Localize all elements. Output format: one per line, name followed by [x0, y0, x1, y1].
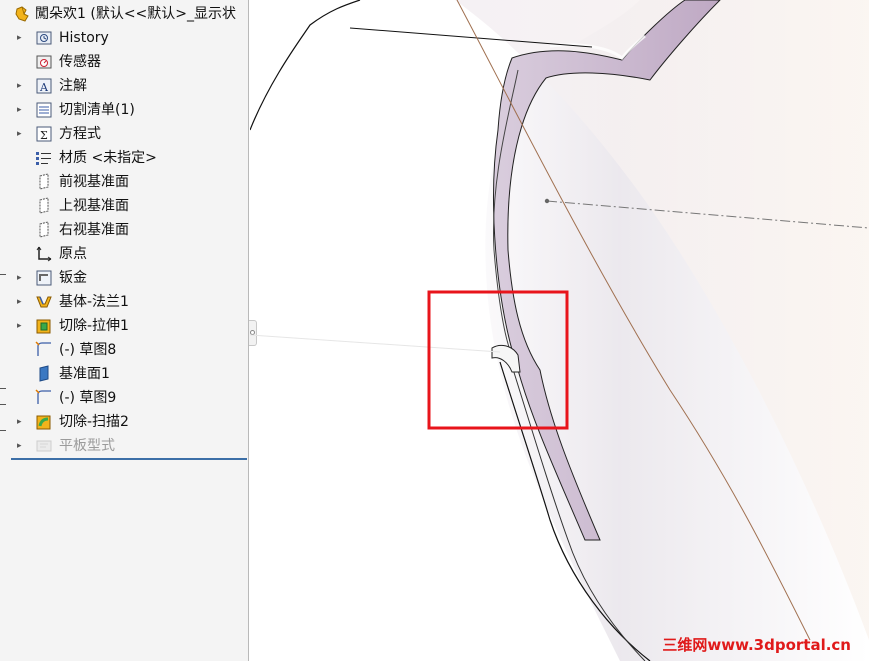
expand-arrow-icon[interactable]: ▸ — [17, 321, 25, 331]
tree-item-label: 传感器 — [59, 54, 101, 70]
tree-item-origin[interactable]: 原点 — [0, 243, 248, 265]
tree-item-label: 钣金 — [59, 270, 87, 286]
expand-arrow-icon[interactable]: ▸ — [17, 33, 25, 43]
tree-item-cut-sweep[interactable]: ▸ 切除-扫描2 — [0, 411, 248, 433]
tree-item-sketch[interactable]: (-) 草图9 — [0, 387, 248, 409]
tree-item-label: 前视基准面 — [59, 174, 129, 190]
tree-item-label: History — [59, 30, 109, 46]
tree-item-label: (-) 草图9 — [59, 390, 117, 406]
expand-arrow-icon[interactable]: ▸ — [17, 129, 25, 139]
edge-marker — [0, 404, 6, 405]
plane-filled-icon — [35, 365, 53, 383]
flat-pattern-icon — [35, 437, 53, 455]
tree-item-label: 原点 — [59, 246, 87, 262]
sheet-metal-icon — [35, 269, 53, 287]
tree-item-label: 平板型式 — [59, 438, 115, 454]
tree-item-cut-list[interactable]: ▸ 切割清单(1) — [0, 99, 248, 121]
tree-item-label: 基体-法兰1 — [59, 294, 129, 310]
tree-item-plane[interactable]: 右视基准面 — [0, 219, 248, 241]
origin-icon — [35, 245, 53, 263]
edge-marker — [0, 274, 6, 275]
plane-icon — [35, 197, 53, 215]
tree-root-part[interactable]: 闖朵欢1 (默认<<默认>_显示状 — [0, 3, 248, 25]
tree-item-equation[interactable]: ▸ Σ 方程式 — [0, 123, 248, 145]
tree-item-base-flange[interactable]: ▸ 基体-法兰1 — [0, 291, 248, 313]
part-icon — [14, 5, 32, 23]
tree-item-label: 方程式 — [59, 126, 101, 142]
plane-icon — [35, 221, 53, 239]
expand-arrow-icon[interactable]: ▸ — [17, 273, 25, 283]
svg-text:A: A — [39, 81, 49, 94]
tree-item-label: 右视基准面 — [59, 222, 129, 238]
tree-item-label: 注解 — [59, 78, 87, 94]
watermark-text: 三维网www.3dportal.cn — [662, 636, 851, 654]
expand-arrow-icon[interactable]: ▸ — [17, 297, 25, 307]
tree-root-label: 闖朵欢1 (默认<<默认>_显示状 — [35, 6, 237, 22]
base-flange-icon — [35, 293, 53, 311]
tree-item-label: 上视基准面 — [59, 198, 129, 214]
annotation-icon: A — [35, 77, 53, 95]
left-faint-edge — [250, 334, 501, 353]
edge-marker — [0, 388, 6, 389]
tree-item-sketch[interactable]: (-) 草图8 — [0, 339, 248, 361]
material-icon — [35, 149, 53, 167]
tree-item-sensor[interactable]: 传感器 — [0, 51, 248, 73]
tree-item-flat-pattern[interactable]: ▸ 平板型式 — [0, 435, 248, 457]
tree-item-plane[interactable]: 前视基准面 — [0, 171, 248, 193]
expand-arrow-icon[interactable]: ▸ — [17, 105, 25, 115]
expand-arrow-icon[interactable]: ▸ — [17, 81, 25, 91]
tree-item-label: 材质 <未指定> — [59, 150, 157, 166]
sensor-icon — [35, 53, 53, 71]
equation-icon: Σ — [35, 125, 53, 143]
expand-arrow-icon[interactable]: ▸ — [17, 441, 25, 451]
tree-item-cut-extrude[interactable]: ▸ 切除-拉伸1 — [0, 315, 248, 337]
tree-end-separator — [11, 458, 247, 460]
tree-item-label: (-) 草图8 — [59, 342, 117, 358]
expand-arrow-icon[interactable]: ▸ — [17, 417, 25, 427]
axis-point — [544, 198, 550, 204]
tree-item-annotation[interactable]: ▸ A 注解 — [0, 75, 248, 97]
svg-text:Σ: Σ — [40, 129, 48, 142]
feature-manager-tree: 闖朵欢1 (默认<<默认>_显示状 ▸ History 传感器 ▸ A 注解 ▸ 切割清单(1… — [0, 0, 249, 661]
tree-item-plane-filled[interactable]: 基准面1 — [0, 363, 248, 385]
tree-item-history[interactable]: ▸ History — [0, 27, 248, 49]
tree-item-label: 基准面1 — [59, 366, 110, 382]
graphics-viewport[interactable]: 三维网www.3dportal.cn — [250, 0, 869, 661]
sketch-icon — [35, 389, 53, 407]
outer-profile — [250, 0, 361, 131]
plane-icon — [35, 173, 53, 191]
sketch-icon — [35, 341, 53, 359]
cut-list-icon — [35, 101, 53, 119]
tree-item-material[interactable]: 材质 <未指定> — [0, 147, 248, 169]
cut-sweep-icon — [35, 413, 53, 431]
tree-item-label: 切除-扫描2 — [59, 414, 129, 430]
edge-marker — [0, 430, 6, 431]
cut-extrude-icon — [35, 317, 53, 335]
tree-item-label: 切割清单(1) — [59, 102, 135, 118]
history-icon — [35, 29, 53, 47]
tree-item-label: 切除-拉伸1 — [59, 318, 129, 334]
tree-item-plane[interactable]: 上视基准面 — [0, 195, 248, 217]
tree-item-sheet-metal[interactable]: ▸ 钣金 — [0, 267, 248, 289]
